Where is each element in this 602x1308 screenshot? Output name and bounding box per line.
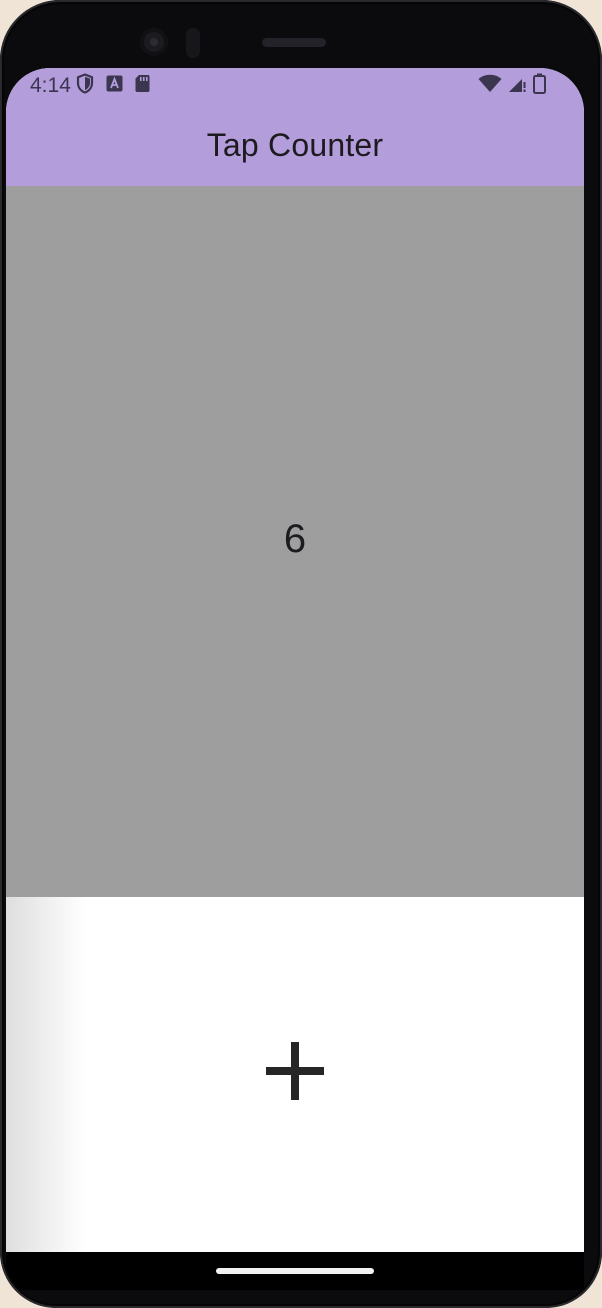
screen: 4:14 Tap Counter 6	[6, 68, 584, 1252]
counter-display: 6	[6, 186, 584, 897]
front-camera	[140, 28, 168, 56]
navigation-bar	[6, 1252, 584, 1290]
app-title: Tap Counter	[206, 126, 384, 163]
wifi-icon	[478, 74, 502, 98]
cell-signal-icon	[508, 74, 527, 98]
status-icons-left	[76, 73, 150, 99]
edge-shadow	[6, 897, 86, 1252]
counter-value: 6	[283, 517, 307, 561]
proximity-sensor	[186, 28, 200, 58]
app-bar: Tap Counter	[6, 104, 584, 186]
status-time: 4:14	[30, 74, 71, 97]
home-indicator[interactable]	[216, 1268, 374, 1274]
earpiece-speaker	[262, 38, 326, 47]
phone-frame: 4:14 Tap Counter 6	[0, 0, 602, 1308]
shield-icon	[76, 73, 94, 99]
battery-icon	[533, 73, 546, 99]
status-icons-right	[478, 73, 546, 99]
sd-card-icon	[135, 74, 150, 98]
increment-button[interactable]	[6, 897, 584, 1252]
plus-icon	[266, 1041, 324, 1100]
keyboard-a-icon	[106, 75, 123, 98]
status-bar: 4:14	[6, 68, 584, 104]
